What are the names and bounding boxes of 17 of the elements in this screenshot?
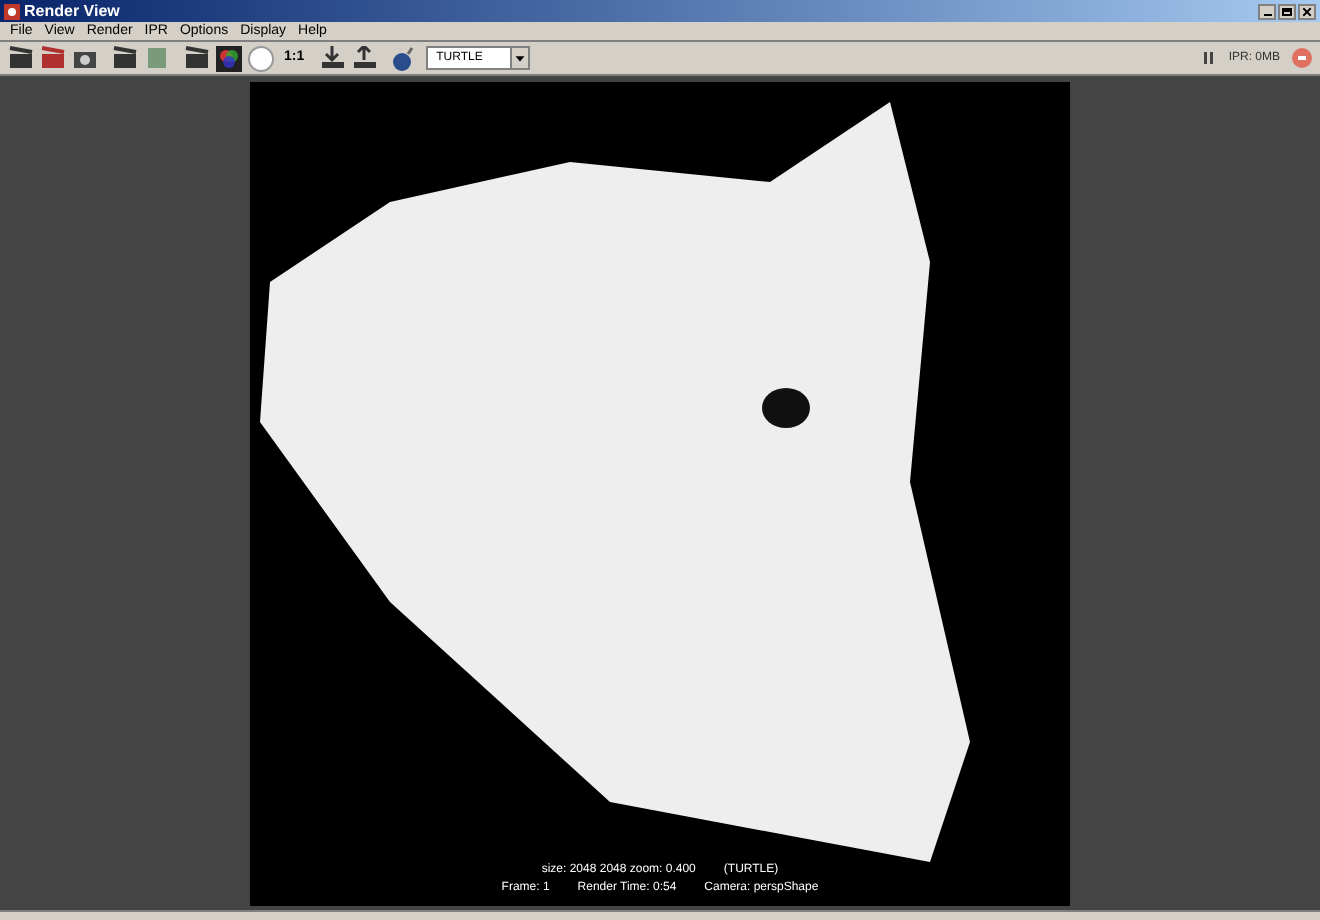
close-button[interactable] [1298,3,1316,19]
window-title: Render View [24,1,120,21]
app-icon [4,3,20,19]
color-channels-icon[interactable] [216,45,242,71]
stop-icon[interactable] [1292,48,1312,68]
bomb-icon[interactable] [390,45,417,71]
clapper-icon[interactable] [8,46,34,70]
clapper-icon[interactable] [40,46,66,70]
upload-icon[interactable] [352,46,379,70]
caret-icon [510,48,529,68]
maximize-button[interactable] [1278,3,1296,19]
clapper-icon[interactable] [184,46,210,70]
camera-icon[interactable] [72,46,98,70]
minimize-button[interactable] [1258,3,1276,19]
download-icon[interactable] [320,46,347,70]
clapper-icon[interactable] [112,46,138,70]
pause-icon[interactable] [1204,52,1215,64]
